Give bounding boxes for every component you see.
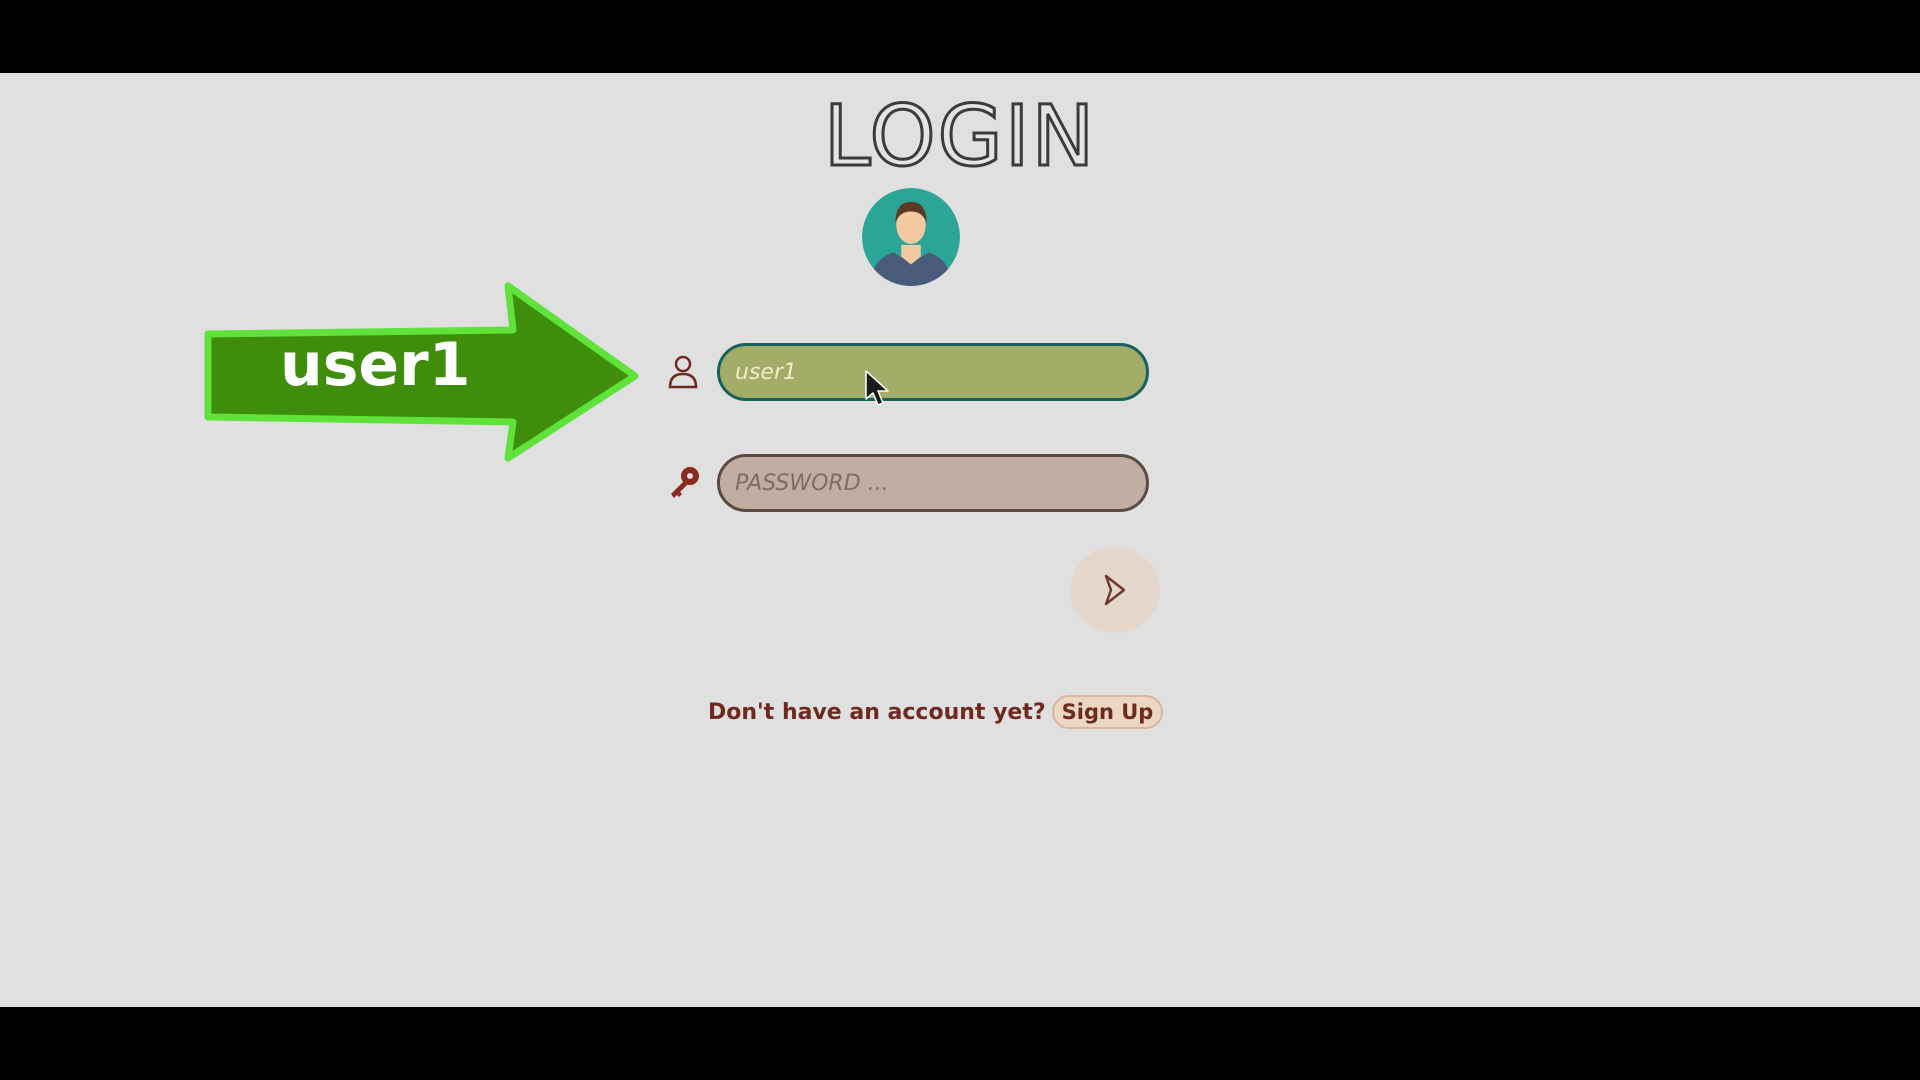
chevron-right-icon bbox=[1104, 574, 1126, 606]
signup-row: Don't have an account yet? Sign Up bbox=[708, 692, 1164, 732]
username-input[interactable]: user1 bbox=[717, 343, 1149, 401]
signup-prompt: Don't have an account yet? bbox=[708, 699, 1046, 725]
login-page: LOGIN user1 PASSWORD ... Don't have an a… bbox=[0, 73, 1920, 1007]
avatar bbox=[862, 188, 960, 286]
page-title: LOGIN bbox=[822, 86, 1097, 187]
password-input[interactable]: PASSWORD ... bbox=[717, 454, 1149, 512]
annotation-label: user1 bbox=[280, 330, 471, 400]
letterbox-top bbox=[0, 0, 1920, 73]
submit-button[interactable] bbox=[1070, 547, 1160, 633]
letterbox-bottom bbox=[0, 1007, 1920, 1080]
key-icon bbox=[671, 467, 699, 498]
user-icon bbox=[668, 355, 698, 389]
mouse-cursor-icon bbox=[865, 370, 889, 406]
signup-button[interactable]: Sign Up bbox=[1051, 695, 1164, 729]
